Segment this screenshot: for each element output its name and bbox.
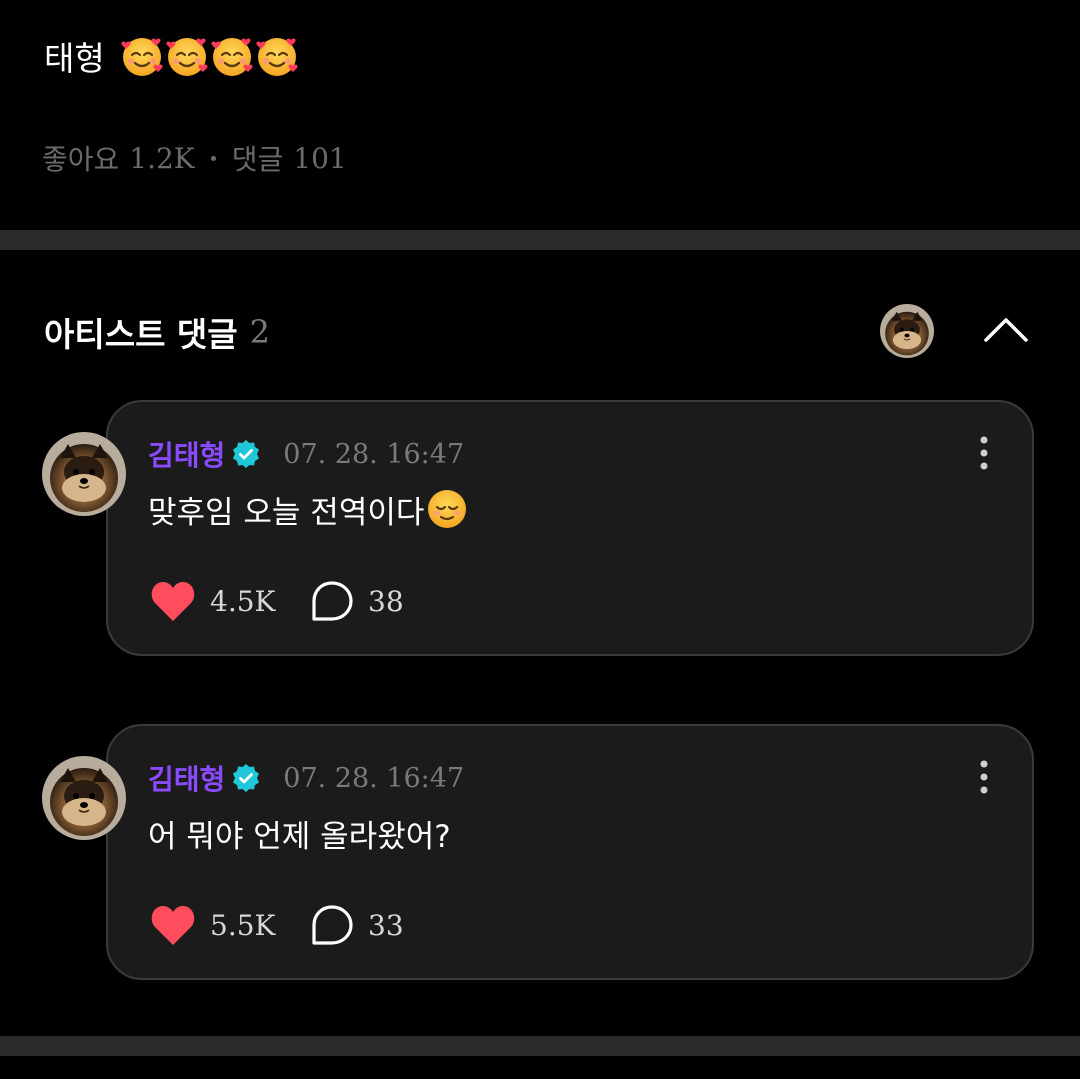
avatar[interactable]: [42, 432, 126, 516]
comment-timestamp: 07. 28. 16:47: [283, 762, 465, 794]
smiling-face-with-hearts-icon: [210, 34, 254, 78]
like-count: 4.5K: [210, 584, 276, 618]
comments-label[interactable]: 댓글: [232, 138, 284, 178]
chevron-up-icon[interactable]: [982, 312, 1030, 348]
pomeranian-avatar[interactable]: [880, 304, 934, 358]
comment-text: 맞후임 오늘 전역이다: [148, 486, 468, 532]
separator-dot: [210, 155, 216, 161]
comments-count[interactable]: 101: [293, 142, 346, 175]
comment-actions: 5.5K 33: [150, 900, 404, 950]
smiling-face-with-hearts-icon: [165, 34, 209, 78]
author-row: 김태형 07. 28. 16:47: [148, 758, 465, 798]
avatar[interactable]: [42, 756, 126, 840]
post-stats: 좋아요 1.2K 댓글 101: [42, 138, 347, 178]
heart-icon[interactable]: [150, 903, 196, 947]
reply-count: 38: [368, 584, 404, 618]
comment-timestamp: 07. 28. 16:47: [283, 438, 465, 470]
reply-count: 33: [368, 908, 404, 942]
comment-text: 어 뭐야 언제 올라왔어?: [148, 810, 451, 856]
reply-bubble-icon[interactable]: [310, 904, 354, 946]
bottom-divider: [0, 1036, 1080, 1056]
section-title: 아티스트 댓글: [44, 315, 238, 354]
emoji-row: [119, 34, 299, 78]
relieved-face-icon: [426, 488, 468, 530]
more-options-icon[interactable]: [970, 758, 998, 798]
comment-text-label: 맞후임 오늘 전역이다: [148, 494, 425, 531]
post-text-label: 태형: [44, 39, 105, 78]
author-name[interactable]: 김태형: [148, 758, 225, 798]
verified-badge-icon: [231, 763, 261, 793]
more-options-icon[interactable]: [970, 434, 998, 474]
likes-label[interactable]: 좋아요: [42, 138, 119, 178]
post-text: 태형: [44, 30, 299, 82]
smiling-face-with-hearts-icon: [255, 34, 299, 78]
section-divider: [0, 230, 1080, 250]
reply-bubble-icon[interactable]: [310, 580, 354, 622]
comment-actions: 4.5K 38: [150, 576, 404, 626]
artist-comments-header: 아티스트 댓글 2: [44, 308, 270, 356]
comment-text-label: 어 뭐야 언제 올라왔어?: [148, 818, 451, 855]
section-count: 2: [249, 313, 271, 351]
author-name[interactable]: 김태형: [148, 434, 225, 474]
author-row: 김태형 07. 28. 16:47: [148, 434, 465, 474]
heart-icon[interactable]: [150, 579, 196, 623]
likes-count[interactable]: 1.2K: [129, 142, 194, 175]
verified-badge-icon: [231, 439, 261, 469]
like-count: 5.5K: [210, 908, 276, 942]
smiling-face-with-hearts-icon: [120, 34, 164, 78]
